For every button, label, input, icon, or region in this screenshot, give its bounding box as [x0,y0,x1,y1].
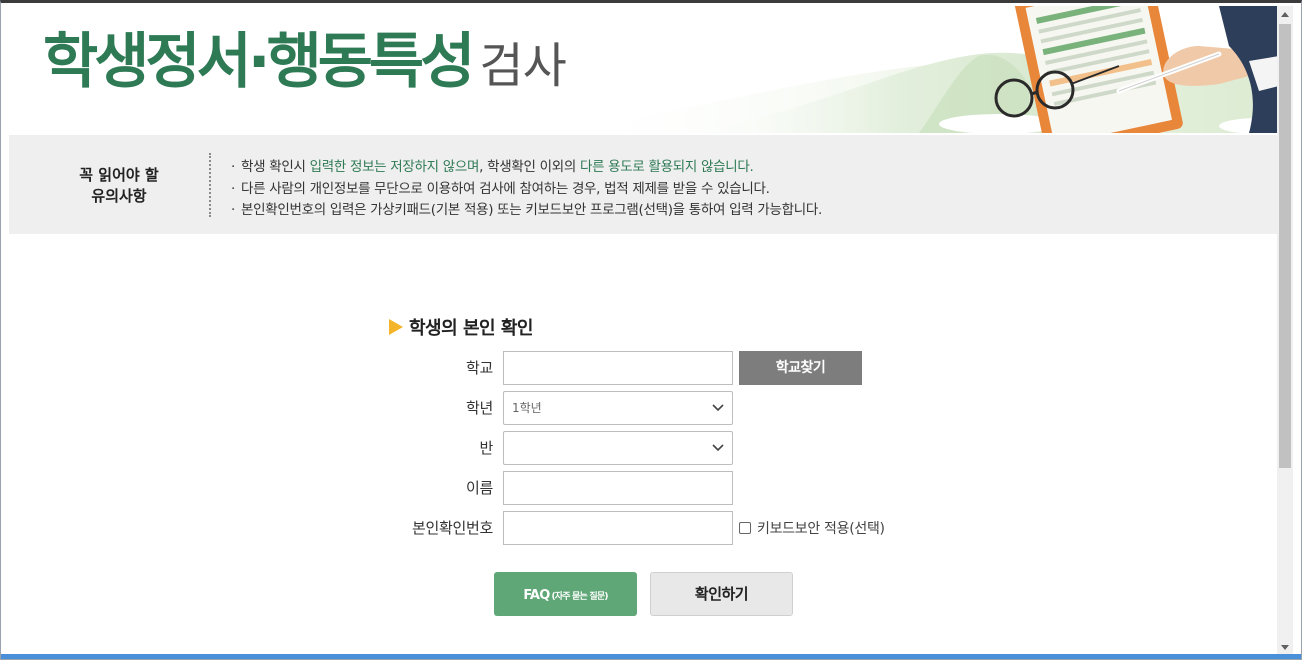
school-row: 학교 학교찾기 [381,351,941,385]
keyboard-security-option[interactable]: 키보드보안 적용(선택) [739,511,885,545]
keyboard-security-checkbox[interactable] [739,522,751,534]
school-input[interactable] [503,351,733,385]
page-title-sub: 검사 [479,38,566,94]
id-number-input[interactable] [503,511,733,545]
header-illustration [559,6,1279,133]
chevron-down-icon [712,404,724,412]
triangle-bullet-icon [389,319,403,335]
id-number-label: 본인확인번호 [411,519,493,537]
faq-button[interactable]: FAQ (자주 묻는 질문) [494,572,637,616]
bullet: · [231,202,235,218]
notice-item: · 다른 사람의 개인정보를 무단으로 이용하여 검사에 참여하는 경우, 법적 … [231,179,822,201]
page-title: 학생정서·행동특성 검사 [43,32,567,94]
name-row: 이름 [381,471,941,505]
form-heading-text: 학생의 본인 확인 [409,318,533,339]
notice-text: 다른 사람의 개인정보를 무단으로 이용하여 검사에 참여하는 경우, 법적 제… [241,180,770,197]
notice-item: · 본인확인번호의 입력은 가상키패드(기본 적용) 또는 키보드보안 프로그램(… [231,200,822,222]
grade-row: 학년 1학년 [381,391,941,425]
keyboard-security-label: 키보드보안 적용(선택) [757,521,885,537]
faq-button-label: FAQ [523,588,550,603]
notice-item: · 학생 확인시 입력한 정보는 저장하지 않으며, 학생확인 이외의 다른 용도… [231,157,822,179]
notice-highlight: 다른 용도로 활용되지 않습니다. [579,159,754,175]
grade-select[interactable]: 1학년 [503,391,733,425]
bullet: · [231,159,235,175]
scroll-down-arrow-icon[interactable] [1281,645,1289,650]
notice-list: · 학생 확인시 입력한 정보는 저장하지 않으며, 학생확인 이외의 다른 용도… [231,157,822,222]
confirm-button[interactable]: 확인하기 [650,572,793,616]
notice-panel: 꼭 읽어야 할 유의사항 · 학생 확인시 입력한 정보는 저장하지 않으며, 학… [9,135,1279,234]
notice-text: 본인확인번호의 입력은 가상키패드(기본 적용) 또는 키보드보안 프로그램(선… [241,202,822,218]
class-row: 반 [381,431,941,465]
class-select[interactable] [503,431,733,465]
name-label: 이름 [465,479,493,497]
school-label: 학교 [465,359,493,377]
window-bottom-border [1,654,1301,659]
vertical-scrollbar[interactable] [1277,6,1293,658]
scroll-up-arrow-icon[interactable] [1281,12,1289,17]
page-header: 학생정서·행동특성 검사 [9,6,1279,133]
form-heading: 학생의 본인 확인 [389,314,533,340]
browser-window: 학생정서·행동특성 검사 꼭 읽어야 할 유의사항 · 학생 확인시 입력한 정… [0,0,1302,660]
chevron-down-icon [712,444,724,452]
notice-title: 꼭 읽어야 할 유의사항 [49,165,189,207]
page-title-main: 학생정서·행동특성 [43,27,475,97]
class-label: 반 [479,439,493,457]
notice-highlight: 입력한 정보는 저장하지 않으며 [309,159,480,175]
faq-button-sublabel: (자주 묻는 질문) [551,592,608,602]
notice-title-line2: 유의사항 [91,187,147,205]
grade-label: 학년 [465,399,493,417]
notice-text: 학생 확인시 [241,159,310,175]
id-number-row: 본인확인번호 키보드보안 적용(선택) [381,511,941,545]
notice-title-line1: 꼭 읽어야 할 [79,166,159,184]
notice-text: , 학생확인 이외의 [479,159,580,175]
name-input[interactable] [503,471,733,505]
scrollbar-thumb[interactable] [1279,24,1291,468]
notice-divider [209,153,211,217]
bullet: · [231,180,235,197]
grade-select-value: 1학년 [512,401,542,415]
school-search-button[interactable]: 학교찾기 [739,351,862,385]
